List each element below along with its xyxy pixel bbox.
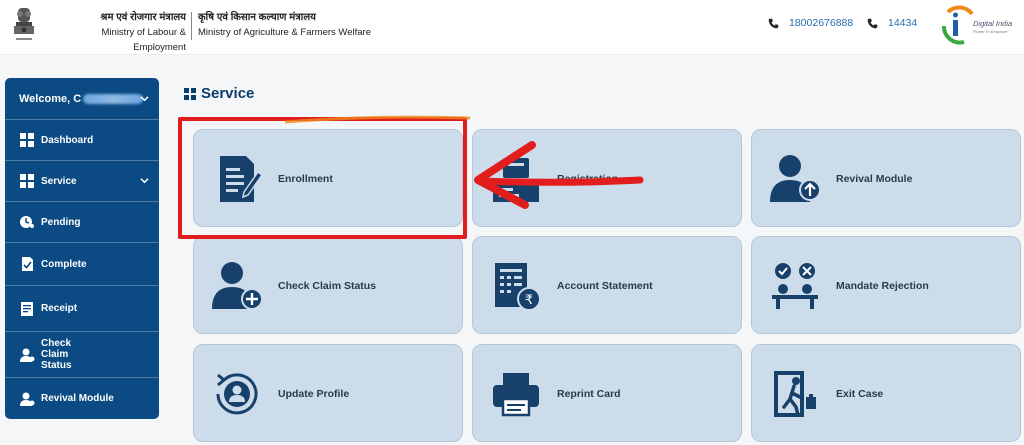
registration-icon xyxy=(489,152,543,206)
sidebar-item-pending[interactable]: Pending xyxy=(5,202,159,243)
sidebar-item-revival-module[interactable]: Revival Module xyxy=(5,378,159,419)
card-label: Registration xyxy=(557,173,619,185)
mandate-icon xyxy=(768,259,822,313)
grid-icon xyxy=(184,87,196,100)
ministry-labour-hindi: श्रम एवं रोजगार मंत्रालय xyxy=(100,12,186,23)
card-reprint-card[interactable]: Reprint Card xyxy=(472,344,742,442)
card-label: Exit Case xyxy=(836,388,884,400)
helpline-1-number: 18002676888 xyxy=(789,17,854,29)
dashboard-icon xyxy=(19,132,35,148)
sidebar-item-label: Pending xyxy=(41,216,81,228)
grid-icon xyxy=(19,173,35,189)
card-label: Reprint Card xyxy=(557,388,621,400)
user-icon xyxy=(19,347,35,363)
card-exit-case[interactable]: Exit Case xyxy=(751,344,1021,442)
sidebar-welcome[interactable]: Welcome, C xyxy=(5,78,159,120)
card-account-statement[interactable]: ₹ Account Statement xyxy=(472,236,742,334)
ministry-agriculture-english: Ministry of Agriculture & Farmers Welfar… xyxy=(198,27,371,38)
sidebar-item-label: Dashboard xyxy=(41,134,94,146)
annotation-highlight-box xyxy=(178,117,467,239)
digital-india-tagline: Power To Empower xyxy=(973,29,1008,34)
header-divider xyxy=(191,12,192,40)
sidebar-item-service[interactable]: Service xyxy=(5,161,159,202)
sidebar-item-label: Complete xyxy=(41,258,87,270)
card-label: Account Statement xyxy=(557,280,653,292)
card-revival-module[interactable]: Revival Module xyxy=(751,129,1021,227)
clock-icon xyxy=(19,214,35,230)
helpline-1[interactable]: 18002676888 xyxy=(768,17,853,29)
card-mandate-rejection[interactable]: Mandate Rejection xyxy=(751,236,1021,334)
phone-icon xyxy=(867,18,878,28)
helpline-2-number: 14434 xyxy=(888,17,918,29)
ministry-agriculture-hindi: कृषि एवं किसान कल्याण मंत्रालय xyxy=(198,12,316,23)
sidebar: Welcome, C Dashboard Service Pending Com… xyxy=(5,78,159,419)
section-title-text: Service xyxy=(201,85,255,102)
sidebar-item-complete[interactable]: Complete xyxy=(5,243,159,286)
ministry-labour: श्रम एवं रोजगार मंत्रालय Ministry of Lab… xyxy=(48,10,186,55)
card-label: Mandate Rejection xyxy=(836,280,929,292)
card-label: Check Claim Status xyxy=(278,280,377,292)
sidebar-item-dashboard[interactable]: Dashboard xyxy=(5,120,159,161)
svg-text:₹: ₹ xyxy=(525,293,533,308)
printer-icon xyxy=(489,367,543,421)
sidebar-item-label: Receipt xyxy=(41,303,78,314)
sidebar-item-check-claim-status[interactable]: Check Claim Status xyxy=(5,332,159,378)
redacted-username xyxy=(83,93,144,104)
user-upload-icon xyxy=(768,152,822,206)
top-header: श्रम एवं रोजगार मंत्रालय Ministry of Lab… xyxy=(0,0,1024,55)
card-check-claim-status[interactable]: Check Claim Status xyxy=(193,236,463,334)
sidebar-item-label: Check Claim Status xyxy=(41,338,72,371)
ministry-agriculture: कृषि एवं किसान कल्याण मंत्रालय Ministry … xyxy=(198,10,371,40)
check-doc-icon xyxy=(19,256,35,272)
sidebar-item-label: Service xyxy=(41,175,77,187)
card-update-profile[interactable]: Update Profile xyxy=(193,344,463,442)
national-emblem-icon xyxy=(14,8,34,40)
card-label: Update Profile xyxy=(278,388,350,400)
exit-door-icon xyxy=(768,367,822,421)
chevron-down-icon[interactable] xyxy=(140,176,149,185)
helpline-2[interactable]: 14434 xyxy=(867,17,917,29)
receipt-icon xyxy=(19,301,35,317)
statement-rupee-icon: ₹ xyxy=(489,259,543,313)
user-icon xyxy=(19,391,35,407)
card-registration[interactable]: Registration xyxy=(472,129,742,227)
card-label: Revival Module xyxy=(836,173,913,185)
ministry-labour-english: Ministry of Labour & Employment xyxy=(101,27,186,53)
profile-refresh-icon xyxy=(210,367,264,421)
chevron-down-icon[interactable] xyxy=(140,94,149,103)
user-add-icon xyxy=(210,259,264,313)
digital-india-title: Digital India xyxy=(973,19,1013,28)
phone-icon xyxy=(768,18,779,28)
page-title: Service xyxy=(184,85,254,102)
digital-india-text: Digital India Power To Empower xyxy=(973,20,1012,36)
welcome-text: Welcome, C xyxy=(19,92,82,105)
sidebar-item-label: Revival Module xyxy=(41,393,114,404)
sidebar-item-receipt[interactable]: Receipt xyxy=(5,286,159,332)
